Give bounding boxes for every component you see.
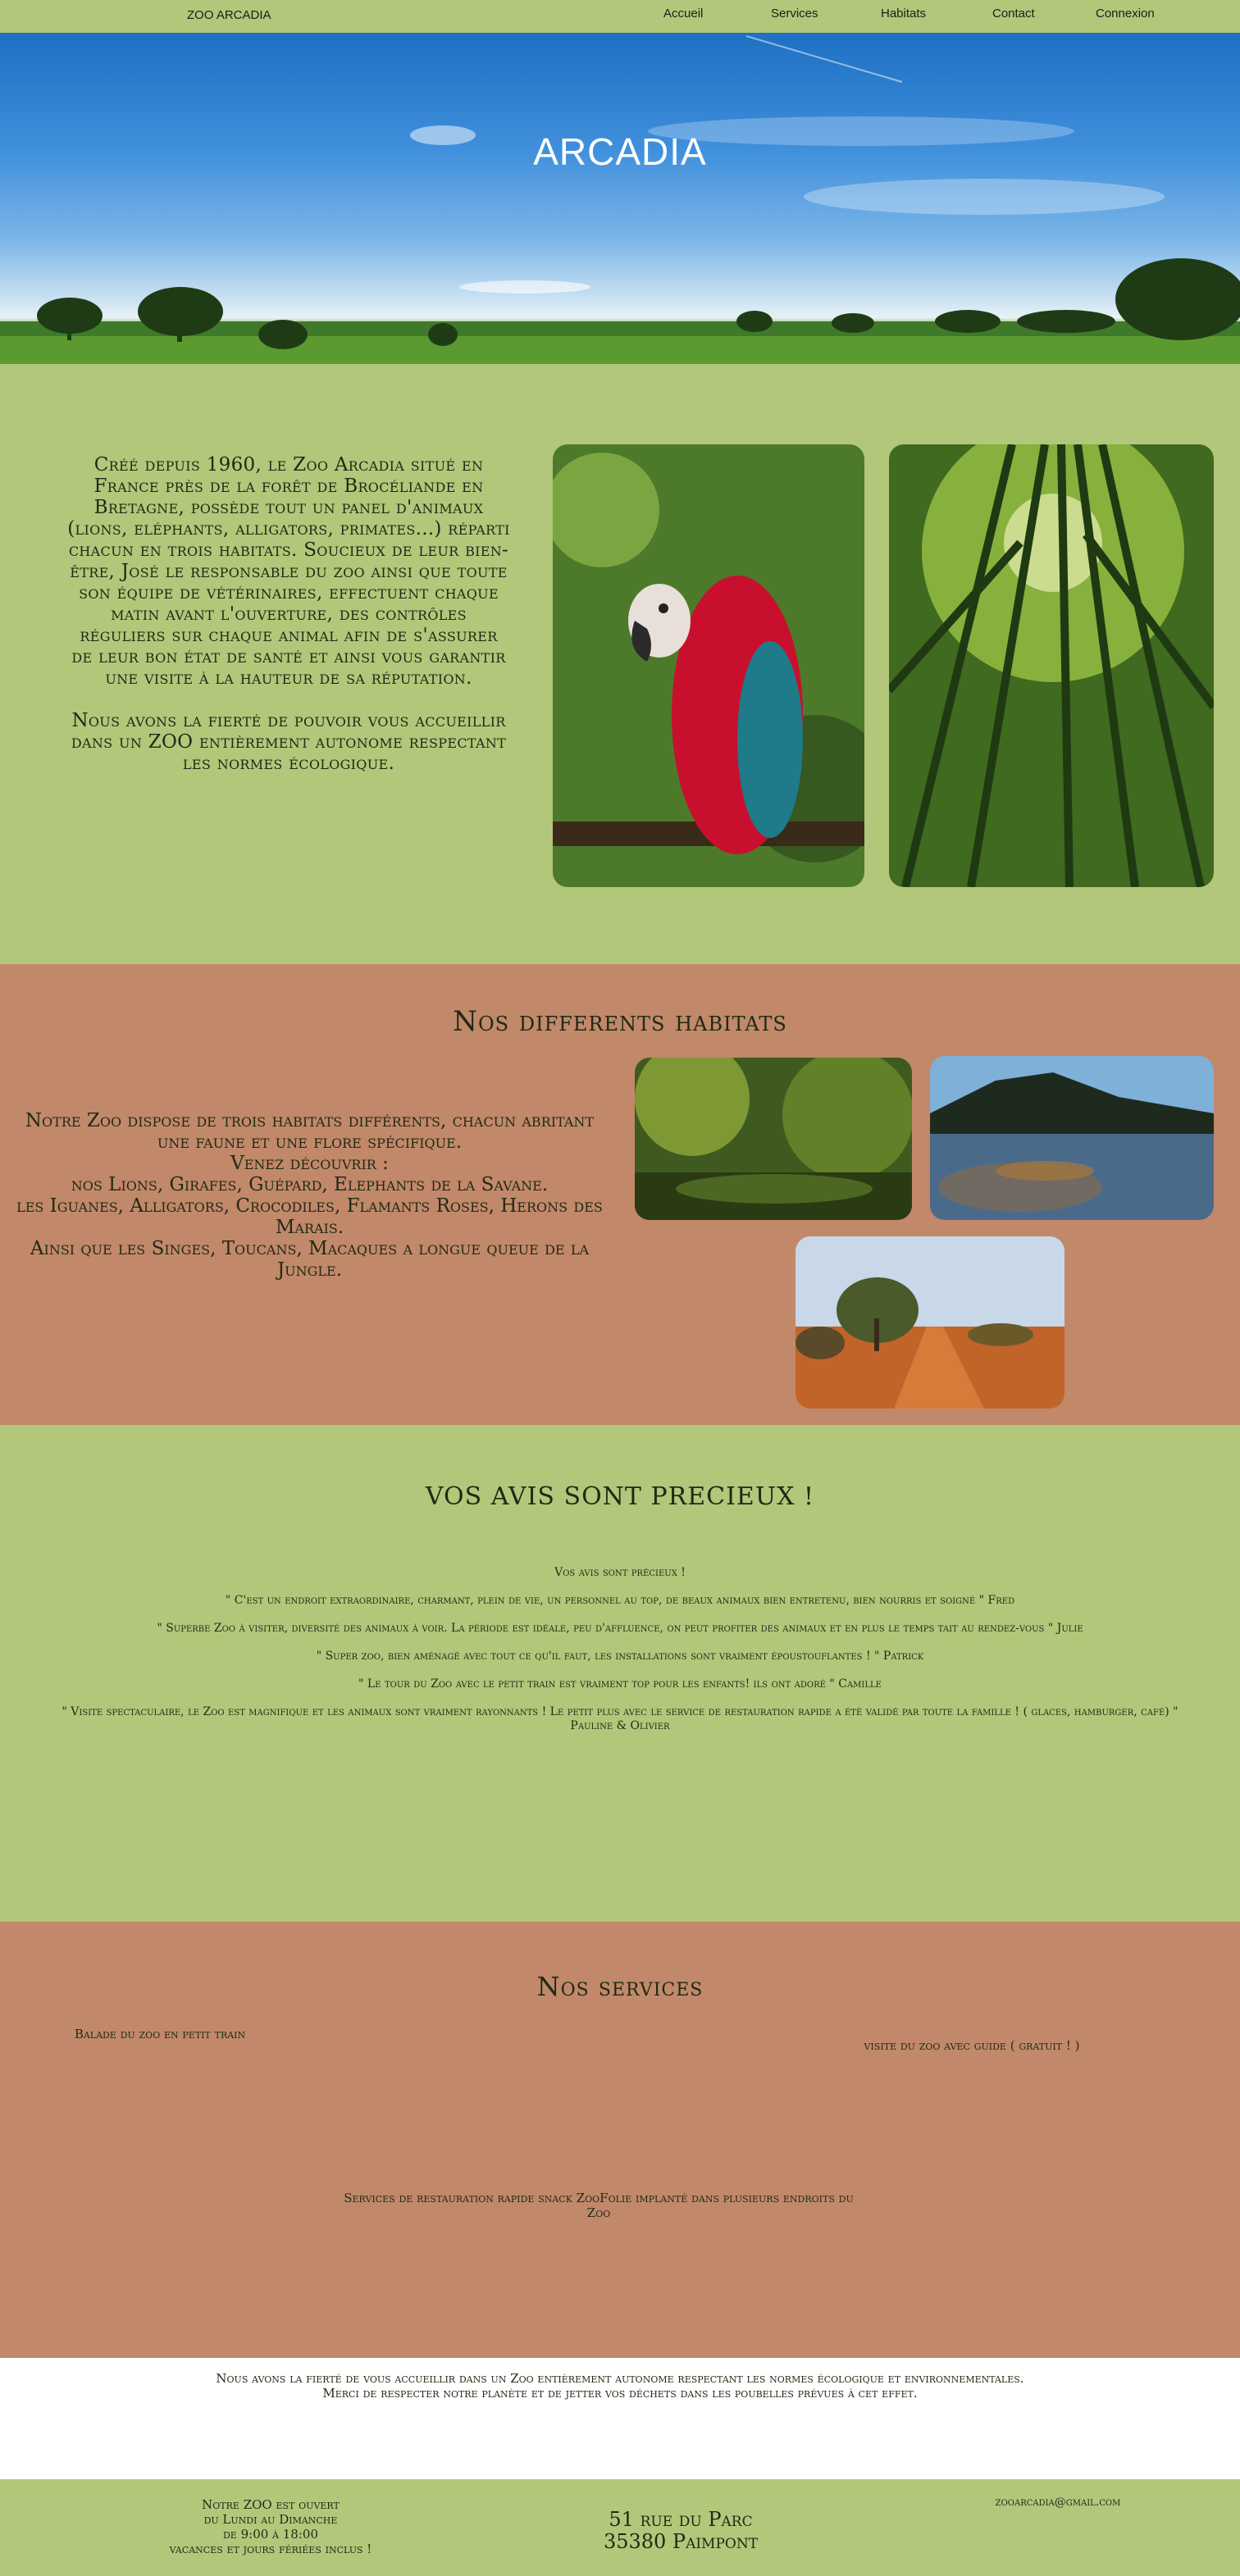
hours-line: vacances et jours fériées inclus ! bbox=[169, 2542, 372, 2556]
about-paragraph-2: Nous avons la fierté de pouvoir vous acc… bbox=[71, 710, 507, 774]
hours-line: de 9:00 à 18:00 bbox=[222, 2527, 318, 2542]
about-section: Créé depuis 1960, le Zoo Arcadia situé e… bbox=[0, 364, 1240, 964]
nav-link-contact[interactable]: Contact bbox=[992, 7, 1035, 20]
services-title: Nos services bbox=[536, 1971, 704, 2002]
address-street: 51 rue du Parc bbox=[609, 2508, 753, 2531]
habitats-section: Nos differents habitats Notre Zoo dispos… bbox=[0, 964, 1240, 1425]
service-train: Balade du zoo en petit train bbox=[74, 2027, 246, 2041]
hero-title: ARCADIA bbox=[533, 130, 707, 173]
habitats-text: Notre Zoo dispose de trois habitats diff… bbox=[8, 1110, 611, 1281]
habitats-savane: nos Lions, Girafes, Guépard, Elephants d… bbox=[71, 1174, 549, 1195]
eco-notice-line-2: Merci de respecter notre planète et de j… bbox=[322, 2386, 918, 2401]
opening-hours: Notre ZOO est ouvert du Lundi au Dimanch… bbox=[139, 2497, 402, 2556]
nav-link-connexion[interactable]: Connexion bbox=[1096, 7, 1155, 20]
reviews-subtitle: Vos avis sont précieux ! bbox=[554, 1566, 686, 1579]
hours-line: du Lundi au Dimanche bbox=[203, 2512, 338, 2527]
nav-link-accueil[interactable]: Accueil bbox=[663, 7, 703, 20]
habitats-intro: Notre Zoo dispose de trois habitats diff… bbox=[25, 1110, 595, 1153]
about-text: Créé depuis 1960, le Zoo Arcadia situé e… bbox=[67, 454, 510, 774]
hours-line: Notre ZOO est ouvert bbox=[202, 2497, 340, 2512]
top-navbar: ZOO ARCADIA Accueil Services Habitats Co… bbox=[0, 0, 1240, 33]
savanna-habitat-photo bbox=[796, 1236, 1064, 1409]
address: 51 rue du Parc 35380 Paimpont bbox=[476, 2509, 886, 2553]
review-item: " C'est un endroit extraordinaire, charm… bbox=[225, 1594, 1015, 1607]
hero-banner: ARCADIA bbox=[0, 33, 1240, 364]
habitats-discover: Venez découvrir : bbox=[230, 1153, 389, 1174]
habitats-marais: les Iguanes, Alligators, Crocodiles, Fla… bbox=[16, 1195, 603, 1238]
review-item: " Superbe Zoo à visiter, diversité des a… bbox=[157, 1622, 1083, 1635]
habitats-jungle: Ainsi que les Singes, Toucans, Macaques … bbox=[30, 1238, 590, 1281]
marsh-habitat-photo bbox=[930, 1056, 1214, 1220]
footer: Notre ZOO est ouvert du Lundi au Dimanch… bbox=[0, 2479, 1240, 2576]
review-item: " Super zoo, bien aménagé avec tout ce q… bbox=[316, 1650, 924, 1663]
service-guide: visite du zoo avec guide ( gratuit ! ) bbox=[864, 2038, 1080, 2053]
review-item: " Visite spectaculaire, le Zoo est magni… bbox=[62, 1705, 1178, 1732]
nav-link-habitats[interactable]: Habitats bbox=[881, 7, 926, 20]
nav-link-services[interactable]: Services bbox=[771, 7, 818, 20]
eco-notice: Nous avons la fierté de vous accueillir … bbox=[98, 2371, 1142, 2401]
brand-logo-text[interactable]: ZOO ARCADIA bbox=[187, 8, 271, 22]
service-restaurant: Services de restauration rapide snack Zo… bbox=[344, 2191, 854, 2220]
hero-landscape-image bbox=[0, 35, 1240, 364]
reviews-section: VOS AVIS SONT PRECIEUX ! Vos avis sont p… bbox=[0, 1425, 1240, 1922]
parrot-photo bbox=[553, 444, 864, 887]
reviews-list: Vos avis sont précieux ! " C'est un endr… bbox=[49, 1566, 1191, 1747]
address-city: 35380 Paimpont bbox=[603, 2530, 759, 2553]
review-item: " Le tour du Zoo avec le petit train est… bbox=[358, 1677, 882, 1691]
reviews-title: VOS AVIS SONT PRECIEUX ! bbox=[425, 1482, 815, 1511]
jungle-habitat-photo bbox=[635, 1058, 912, 1220]
contact-email-link[interactable]: zooarcadia@gmail.com bbox=[935, 2496, 1181, 2509]
habitats-title: Nos differents habitats bbox=[453, 1005, 787, 1038]
about-paragraph-1: Créé depuis 1960, le Zoo Arcadia situé e… bbox=[67, 454, 510, 689]
bamboo-photo bbox=[889, 444, 1214, 887]
eco-notice-line-1: Nous avons la fierté de vous accueillir … bbox=[216, 2371, 1024, 2386]
services-section: Nos services Balade du zoo en petit trai… bbox=[0, 1922, 1240, 2358]
